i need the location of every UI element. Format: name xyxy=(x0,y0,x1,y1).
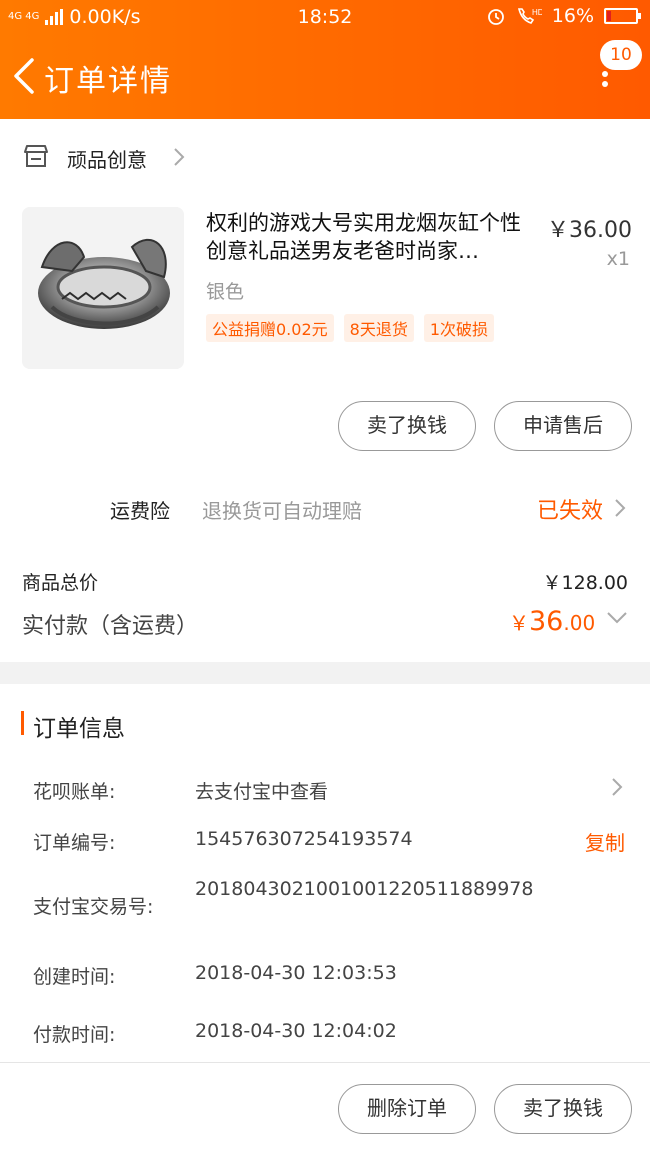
back-button[interactable] xyxy=(8,56,42,96)
goods-total-label: 商品总价 xyxy=(22,572,99,594)
header: 4G 4G 0.00K/s 18:52 HD 16% 订单详情 10 xyxy=(0,0,650,119)
sell-button[interactable]: 卖了换钱 xyxy=(338,401,476,451)
alipay-trade-value: 2018043021001001220511889978 xyxy=(195,878,534,900)
paid-integer: 36 xyxy=(529,606,564,637)
paid-label: 实付款（含运费） xyxy=(22,614,199,639)
more-icon[interactable] xyxy=(602,71,610,93)
order-detail-page: 4G 4G 0.00K/s 18:52 HD 16% 订单详情 10 顽品创意 xyxy=(0,0,650,1155)
product-quantity: x1 xyxy=(606,248,630,270)
order-number-value: 154576307254193574 xyxy=(195,828,413,850)
tag-donation: 公益捐赠0.02元 xyxy=(206,314,334,342)
sell-button-bottom[interactable]: 卖了换钱 xyxy=(494,1084,632,1134)
battery-icon xyxy=(604,8,641,24)
paid-time-value: 2018-04-30 12:04:02 xyxy=(195,1020,397,1042)
battery-fill xyxy=(607,11,612,21)
goods-total-value: ￥128.00 xyxy=(542,572,628,594)
shop-row[interactable]: 顽品创意 xyxy=(0,130,650,182)
hd-call-icon: HD xyxy=(517,8,542,24)
shop-name: 顽品创意 xyxy=(67,148,147,172)
section-accent-bar xyxy=(21,711,24,735)
order-info-title: 订单信息 xyxy=(33,716,125,742)
created-time-label: 创建时间: xyxy=(33,966,116,988)
insurance-status[interactable]: 已失效 xyxy=(537,493,603,525)
svg-text:HD: HD xyxy=(532,8,542,17)
copy-button[interactable]: 复制 xyxy=(585,827,625,856)
alarm-icon xyxy=(487,9,504,25)
paid-amount: ￥36.00 xyxy=(509,606,595,637)
paid-decimal: .00 xyxy=(563,611,596,635)
page-title: 订单详情 xyxy=(44,64,172,99)
order-number-label: 订单编号: xyxy=(33,832,116,854)
product-title[interactable]: 权利的游戏大号实用龙烟灰缸个性创意礼品送男友老爸时尚家… xyxy=(206,209,536,265)
product-spec: 银色 xyxy=(206,281,245,303)
battery-percent: 16% xyxy=(551,5,594,27)
status-bar: 4G 4G 0.00K/s 18:52 HD 16% xyxy=(0,0,650,36)
insurance-description: 退换货可自动理赔 xyxy=(202,499,362,523)
product-image[interactable] xyxy=(22,207,184,369)
chevron-right-icon xyxy=(174,148,185,166)
tag-return: 8天退货 xyxy=(343,314,414,342)
delete-order-button[interactable]: 删除订单 xyxy=(338,1084,476,1134)
shop-icon xyxy=(24,145,48,167)
alipay-trade-label: 支付宝交易号: xyxy=(33,896,154,918)
message-count-badge[interactable]: 10 xyxy=(600,40,642,70)
huabei-value[interactable]: 去支付宝中查看 xyxy=(195,777,328,804)
product-price: ￥36.00 xyxy=(547,218,632,243)
tag-damage: 1次破损 xyxy=(423,314,495,342)
product-tags: 公益捐赠0.02元 8天退货 1次破损 xyxy=(206,314,495,342)
paid-currency: ￥ xyxy=(509,611,529,635)
chevron-down-icon[interactable] xyxy=(605,610,629,626)
after-sale-button[interactable]: 申请售后 xyxy=(494,401,632,451)
insurance-label: 运费险 xyxy=(110,499,170,523)
chevron-right-icon[interactable] xyxy=(610,776,624,798)
huabei-label: 花呗账单: xyxy=(33,781,116,803)
created-time-value: 2018-04-30 12:03:53 xyxy=(195,962,397,984)
dragon-ashtray-image xyxy=(22,207,184,369)
section-divider xyxy=(0,662,650,684)
chevron-right-icon[interactable] xyxy=(613,497,627,519)
paid-time-label: 付款时间: xyxy=(33,1024,116,1046)
